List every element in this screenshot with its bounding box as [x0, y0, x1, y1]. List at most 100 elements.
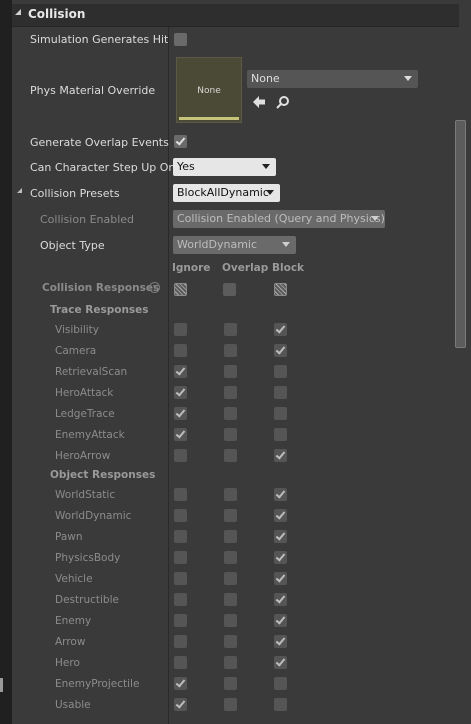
response-ignore-checkbox[interactable] [174, 698, 187, 711]
object-type-dropdown[interactable]: WorldDynamic [173, 236, 296, 254]
response-block-checkbox[interactable] [274, 344, 287, 357]
chevron-down-icon [404, 76, 412, 81]
response-row-label: Camera [55, 345, 97, 357]
phys-material-label: Phys Material Override [30, 84, 156, 97]
response-overlap-checkbox[interactable] [224, 572, 237, 585]
object-type-label: Object Type [40, 239, 105, 252]
section-title: Collision [28, 7, 86, 21]
response-block-checkbox[interactable] [274, 677, 287, 690]
response-block-checkbox[interactable] [274, 386, 287, 399]
response-ignore-checkbox[interactable] [174, 593, 187, 606]
vertical-scrollbar[interactable] [455, 120, 466, 348]
object-responses-title: Object Responses [50, 469, 156, 481]
response-overlap-checkbox[interactable] [224, 530, 237, 543]
response-overlap-checkbox[interactable] [224, 386, 237, 399]
response-ignore-checkbox[interactable] [174, 614, 187, 627]
response-ignore-checkbox[interactable] [174, 551, 187, 564]
response-ignore-checkbox[interactable] [174, 386, 187, 399]
collision-enabled-dropdown[interactable]: Collision Enabled (Query and Physics) [173, 210, 385, 228]
response-overlap-checkbox[interactable] [224, 488, 237, 501]
response-overlap-checkbox[interactable] [224, 323, 237, 336]
response-ignore-checkbox[interactable] [174, 656, 187, 669]
response-overlap-checkbox[interactable] [224, 593, 237, 606]
response-overlap-checkbox[interactable] [224, 635, 237, 648]
collision-section-header[interactable]: Collision [12, 4, 459, 27]
response-ignore-checkbox[interactable] [174, 428, 187, 441]
response-row-label: Usable [55, 699, 91, 711]
response-row-label: LedgeTrace [55, 408, 115, 420]
collision-enabled-label: Collision Enabled [40, 213, 135, 226]
presets-dropdown[interactable]: BlockAllDynamic [173, 184, 280, 202]
phys-material-thumbnail[interactable]: None [176, 57, 242, 123]
response-row-label: HeroAttack [55, 387, 114, 399]
response-block-checkbox[interactable] [274, 530, 287, 543]
thumbnail-bar [179, 117, 239, 120]
response-block-checkbox[interactable] [274, 656, 287, 669]
response-block-checkbox[interactable] [274, 572, 287, 585]
response-overlap-checkbox[interactable] [224, 344, 237, 357]
response-overlap-checkbox[interactable] [224, 677, 237, 690]
arrow-left-icon[interactable] [252, 95, 266, 109]
overlap-events-checkbox[interactable] [174, 135, 187, 148]
column-divider[interactable] [168, 27, 169, 724]
response-block-checkbox[interactable] [274, 407, 287, 420]
response-ignore-checkbox[interactable] [174, 635, 187, 648]
response-overlap-checkbox[interactable] [224, 509, 237, 522]
phys-material-dropdown[interactable]: None [247, 70, 418, 88]
response-ignore-checkbox[interactable] [174, 323, 187, 336]
response-row-label: PhysicsBody [55, 552, 121, 564]
step-up-dropdown[interactable]: Yes [173, 158, 276, 176]
response-overlap-checkbox[interactable] [224, 428, 237, 441]
chevron-down-icon [262, 164, 270, 169]
response-ignore-checkbox[interactable] [174, 572, 187, 585]
response-ignore-checkbox[interactable] [174, 509, 187, 522]
response-block-checkbox[interactable] [274, 428, 287, 441]
response-overlap-checkbox[interactable] [224, 407, 237, 420]
response-ignore-checkbox[interactable] [174, 365, 187, 378]
sim-hit-events-checkbox[interactable] [174, 33, 187, 46]
response-row-label: Enemy [55, 615, 92, 627]
sim-hit-events-label: Simulation Generates Hit Ev [30, 33, 168, 46]
response-overlap-checkbox[interactable] [224, 551, 237, 564]
response-row-label: EnemyProjectile [55, 678, 140, 690]
chevron-down-icon [371, 216, 379, 221]
response-ignore-checkbox[interactable] [174, 488, 187, 501]
response-ignore-checkbox[interactable] [174, 344, 187, 357]
response-ignore-checkbox[interactable] [174, 407, 187, 420]
response-block-checkbox[interactable] [274, 509, 287, 522]
response-block-checkbox[interactable] [274, 449, 287, 462]
response-ignore-checkbox[interactable] [174, 449, 187, 462]
phys-material-value: None [251, 72, 280, 85]
column-header-block: Block [272, 262, 305, 274]
presets-collapse-icon[interactable] [17, 188, 22, 193]
column-header-ignore: Ignore [172, 262, 211, 274]
response-block-checkbox[interactable] [274, 365, 287, 378]
response-block-checkbox[interactable] [274, 551, 287, 564]
left-panel-marker [0, 678, 3, 692]
response-overlap-checkbox[interactable] [224, 698, 237, 711]
response-overlap-checkbox[interactable] [224, 365, 237, 378]
collapse-triangle-icon[interactable] [15, 9, 21, 15]
trace-responses-title: Trace Responses [50, 304, 149, 316]
response-block-checkbox[interactable] [274, 698, 287, 711]
response-ignore-checkbox[interactable] [174, 530, 187, 543]
response-ignore-checkbox[interactable] [174, 677, 187, 690]
response-overlap-checkbox[interactable] [224, 614, 237, 627]
response-block-checkbox[interactable] [274, 635, 287, 648]
response-row-label: Visibility [55, 324, 100, 336]
overlap-events-label: Generate Overlap Events [30, 136, 169, 149]
collision-responses-overlap-all[interactable] [223, 283, 236, 296]
step-up-label: Can Character Step Up On [30, 161, 176, 174]
response-block-checkbox[interactable] [274, 488, 287, 501]
response-block-checkbox[interactable] [274, 323, 287, 336]
collision-responses-ignore-all[interactable] [174, 283, 187, 296]
response-overlap-checkbox[interactable] [224, 449, 237, 462]
collision-responses-block-all[interactable] [274, 283, 287, 296]
response-row-label: Destructible [55, 594, 119, 606]
help-icon[interactable]: ? [149, 282, 160, 293]
magnifier-icon[interactable] [276, 95, 290, 109]
response-overlap-checkbox[interactable] [224, 656, 237, 669]
response-row-label: EnemyAttack [55, 429, 125, 441]
response-block-checkbox[interactable] [274, 593, 287, 606]
response-block-checkbox[interactable] [274, 614, 287, 627]
